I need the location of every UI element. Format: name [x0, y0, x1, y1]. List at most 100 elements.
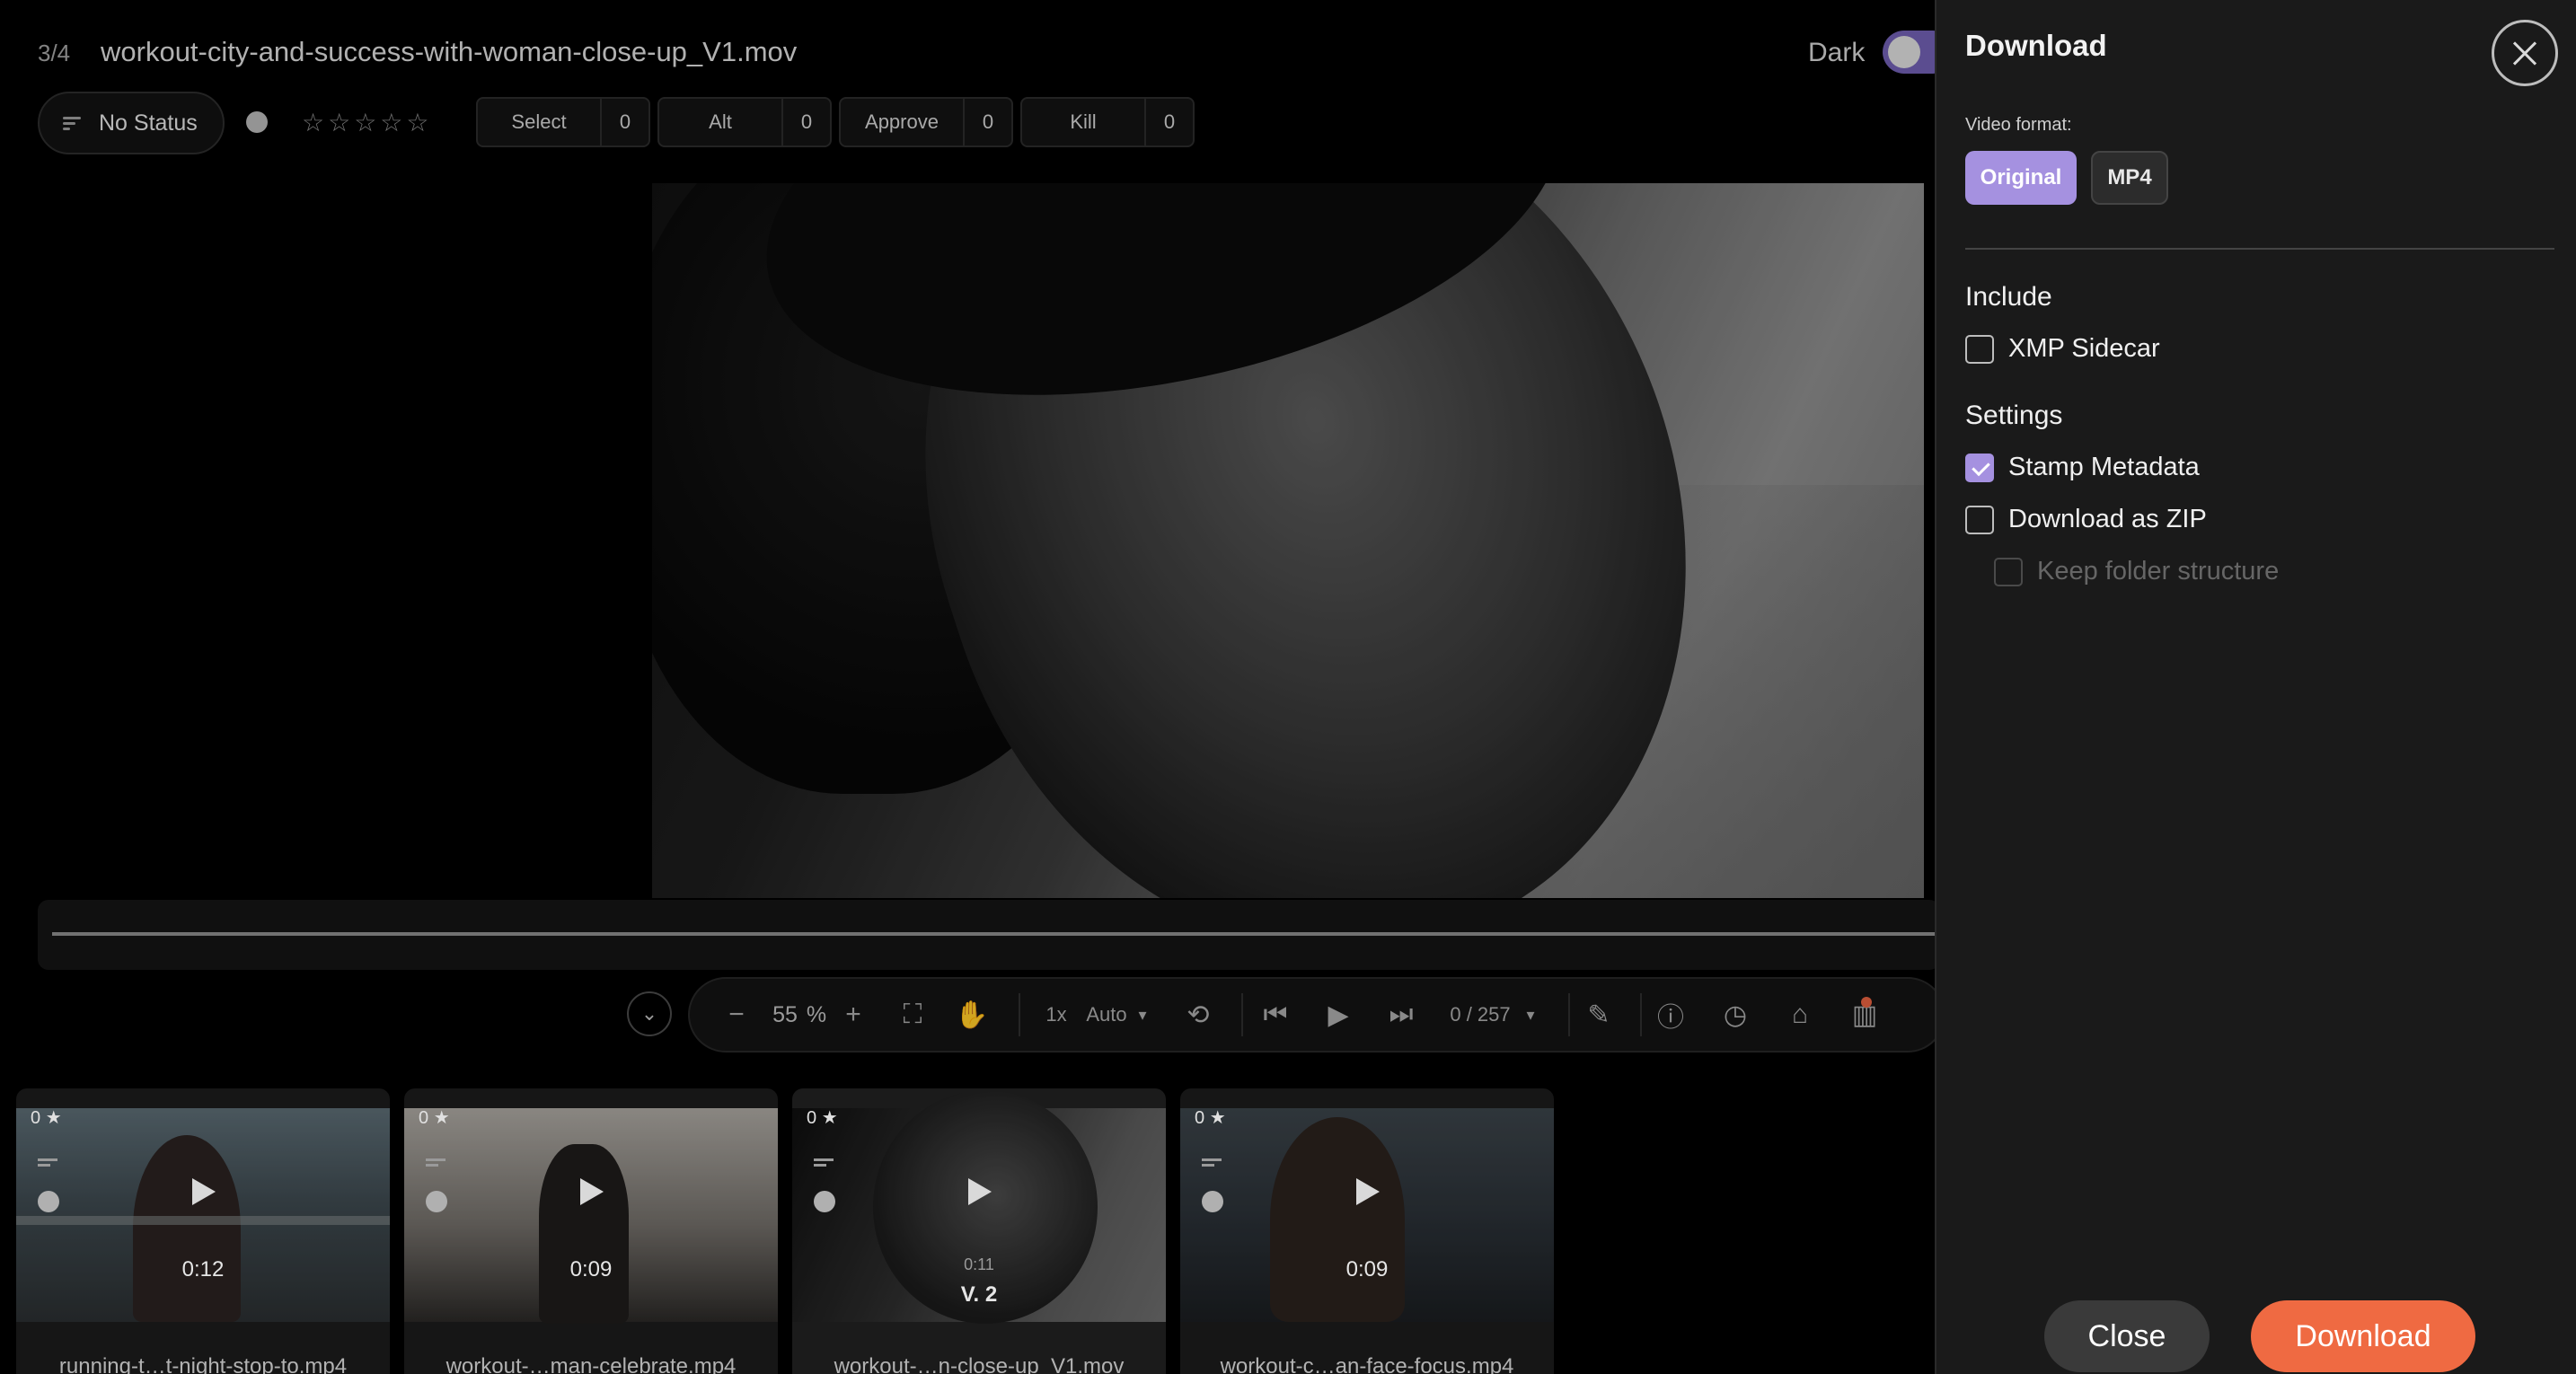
- skip-back-icon[interactable]: ⏮: [1256, 979, 1295, 1051]
- video-format-label: Video format:: [1965, 115, 2072, 135]
- kill-group[interactable]: Kill 0: [1020, 97, 1195, 147]
- timeline-scrubber[interactable]: [38, 900, 1940, 970]
- xmp-sidecar-checkbox[interactable]: XMP Sidecar: [1965, 334, 2160, 364]
- status-icon: [38, 1158, 57, 1171]
- playback-speed[interactable]: 1x: [1037, 979, 1076, 1051]
- notification-badge: [1861, 997, 1872, 1008]
- xmp-sidecar-label: XMP Sidecar: [2008, 334, 2160, 363]
- checkbox-box[interactable]: [1965, 334, 1994, 364]
- panel-divider: [1965, 248, 2554, 250]
- filmstrip-item[interactable]: 0 ★ 0:09 workout-c…an-face-focus.mp4: [1180, 1088, 1554, 1374]
- asset-filename: workout-city-and-success-with-woman-clos…: [101, 36, 798, 67]
- close-icon[interactable]: [2492, 20, 2558, 86]
- star-rating[interactable]: ☆☆☆☆☆: [302, 108, 433, 137]
- zoom-value: 55: [772, 1001, 798, 1027]
- thumbnail-filename: running-t…t-night-stop-to.mp4: [58, 1354, 348, 1374]
- duration-label: 0:12: [181, 1257, 225, 1282]
- theme-label: Dark: [1808, 38, 1866, 67]
- keep-folder-structure-checkbox: Keep folder structure: [1994, 557, 2279, 586]
- chevron-down-icon[interactable]: ▾: [1520, 979, 1541, 1051]
- duration-label: 0:11: [964, 1255, 994, 1273]
- frame-counter: 0 / 257: [1450, 1003, 1511, 1026]
- play-icon[interactable]: [1356, 1178, 1380, 1205]
- checkbox-box-disabled: [1994, 557, 2023, 586]
- rating-badge: 0 ★: [31, 1108, 62, 1128]
- duration-label: 0:09: [1345, 1257, 1389, 1282]
- zoom-unit: %: [806, 1001, 827, 1027]
- star-icon: ★: [45, 1108, 62, 1128]
- quality-select[interactable]: Auto: [1080, 979, 1134, 1051]
- approve-label: Approve: [865, 110, 939, 133]
- download-button[interactable]: Download: [2251, 1300, 2475, 1372]
- rating-badge: 0 ★: [419, 1108, 450, 1128]
- toolbar-divider: [1241, 993, 1243, 1036]
- star-icon: ★: [1209, 1108, 1226, 1128]
- chevron-down-icon: ⌄: [640, 1002, 658, 1025]
- player-toolbar: − 55 % + ⛶ ✋ 1x Auto ▾ ⟲ ⏮ ▶ ⏭ 0 / 257 ▾…: [688, 977, 1945, 1053]
- thumbnail-image: [1180, 1108, 1554, 1322]
- rating-badge: 0 ★: [1195, 1108, 1226, 1128]
- toolbar-divider: [1568, 993, 1570, 1036]
- timeline-track: [52, 932, 1940, 936]
- include-heading: Include: [1965, 282, 2052, 312]
- status-icon: [426, 1158, 446, 1171]
- chevron-down-icon[interactable]: ▾: [1132, 979, 1153, 1051]
- kill-count: 0: [1144, 99, 1193, 145]
- color-label-dot[interactable]: [246, 111, 268, 133]
- thumbnail-image: [16, 1108, 390, 1322]
- download-zip-checkbox[interactable]: Download as ZIP: [1965, 505, 2207, 534]
- toolbar-divider: [1640, 993, 1642, 1036]
- close-button[interactable]: Close: [2044, 1300, 2210, 1372]
- panel-title: Download: [1965, 29, 2107, 62]
- panel-toggle-icon[interactable]: ▥: [1845, 979, 1884, 1051]
- select-label: Select: [511, 110, 567, 133]
- filmstrip-item[interactable]: 0 ★ 0:12 running-t…t-night-stop-to.mp4: [16, 1088, 390, 1374]
- star-icon: ★: [433, 1108, 450, 1128]
- approve-group[interactable]: Approve 0: [839, 97, 1013, 147]
- alt-group[interactable]: Alt 0: [657, 97, 832, 147]
- approve-count: 0: [963, 99, 1011, 145]
- play-icon[interactable]: ▶: [1319, 979, 1358, 1051]
- version-label: V. 2: [960, 1282, 998, 1307]
- fit-screen-icon[interactable]: ⛶: [893, 979, 932, 1051]
- loop-icon[interactable]: ⟲: [1178, 979, 1218, 1051]
- status-label: No Status: [99, 110, 198, 136]
- zoom-in-button[interactable]: +: [834, 979, 873, 1051]
- collapse-filmstrip-button[interactable]: ⌄: [627, 991, 672, 1036]
- stamp-metadata-checkbox[interactable]: Stamp Metadata: [1965, 453, 2200, 482]
- toolbar-divider: [1019, 993, 1020, 1036]
- filmstrip-item[interactable]: 0 ★ 0:09 workout-…man-celebrate.mp4: [404, 1088, 778, 1374]
- play-icon[interactable]: [968, 1178, 992, 1205]
- rating-badge: 0 ★: [807, 1108, 838, 1128]
- stamp-metadata-label: Stamp Metadata: [2008, 453, 2200, 481]
- star-icon: ★: [821, 1108, 838, 1128]
- play-icon[interactable]: [580, 1178, 604, 1205]
- tags-icon[interactable]: ⌂: [1780, 979, 1820, 1051]
- status-icon: [1202, 1158, 1222, 1171]
- annotate-pen-icon[interactable]: ✎: [1579, 979, 1619, 1051]
- thumbnail-filename: workout-…man-celebrate.mp4: [446, 1354, 737, 1374]
- select-count: 0: [600, 99, 648, 145]
- status-icon: [63, 117, 81, 130]
- skip-forward-icon[interactable]: ⏭: [1381, 979, 1421, 1051]
- color-label-dot[interactable]: [38, 1191, 59, 1212]
- video-frame[interactable]: [652, 183, 1924, 898]
- download-zip-label: Download as ZIP: [2008, 505, 2207, 533]
- checkbox-box[interactable]: [1965, 505, 1994, 534]
- format-mp4-button[interactable]: MP4: [2091, 151, 2168, 205]
- viewer: 3/4 workout-city-and-success-with-woman-…: [0, 0, 1954, 1374]
- checkbox-box-checked[interactable]: [1965, 453, 1994, 482]
- filmstrip-item-active[interactable]: 0 ★ 0:11 V. 2 workout-…n-close-up_V1.mov: [792, 1088, 1166, 1374]
- color-label-dot[interactable]: [426, 1191, 447, 1212]
- format-original-button[interactable]: Original: [1965, 151, 2077, 205]
- toggle-knob: [1888, 36, 1920, 68]
- history-clock-icon[interactable]: ◷: [1716, 979, 1755, 1051]
- color-label-dot[interactable]: [814, 1191, 835, 1212]
- select-group[interactable]: Select 0: [476, 97, 650, 147]
- color-label-dot[interactable]: [1202, 1191, 1223, 1212]
- info-icon[interactable]: ⓘ: [1651, 979, 1690, 1051]
- hand-pan-icon[interactable]: ✋: [952, 979, 992, 1051]
- play-icon[interactable]: [192, 1178, 216, 1205]
- zoom-out-button[interactable]: −: [717, 979, 756, 1051]
- status-button[interactable]: No Status: [38, 92, 225, 154]
